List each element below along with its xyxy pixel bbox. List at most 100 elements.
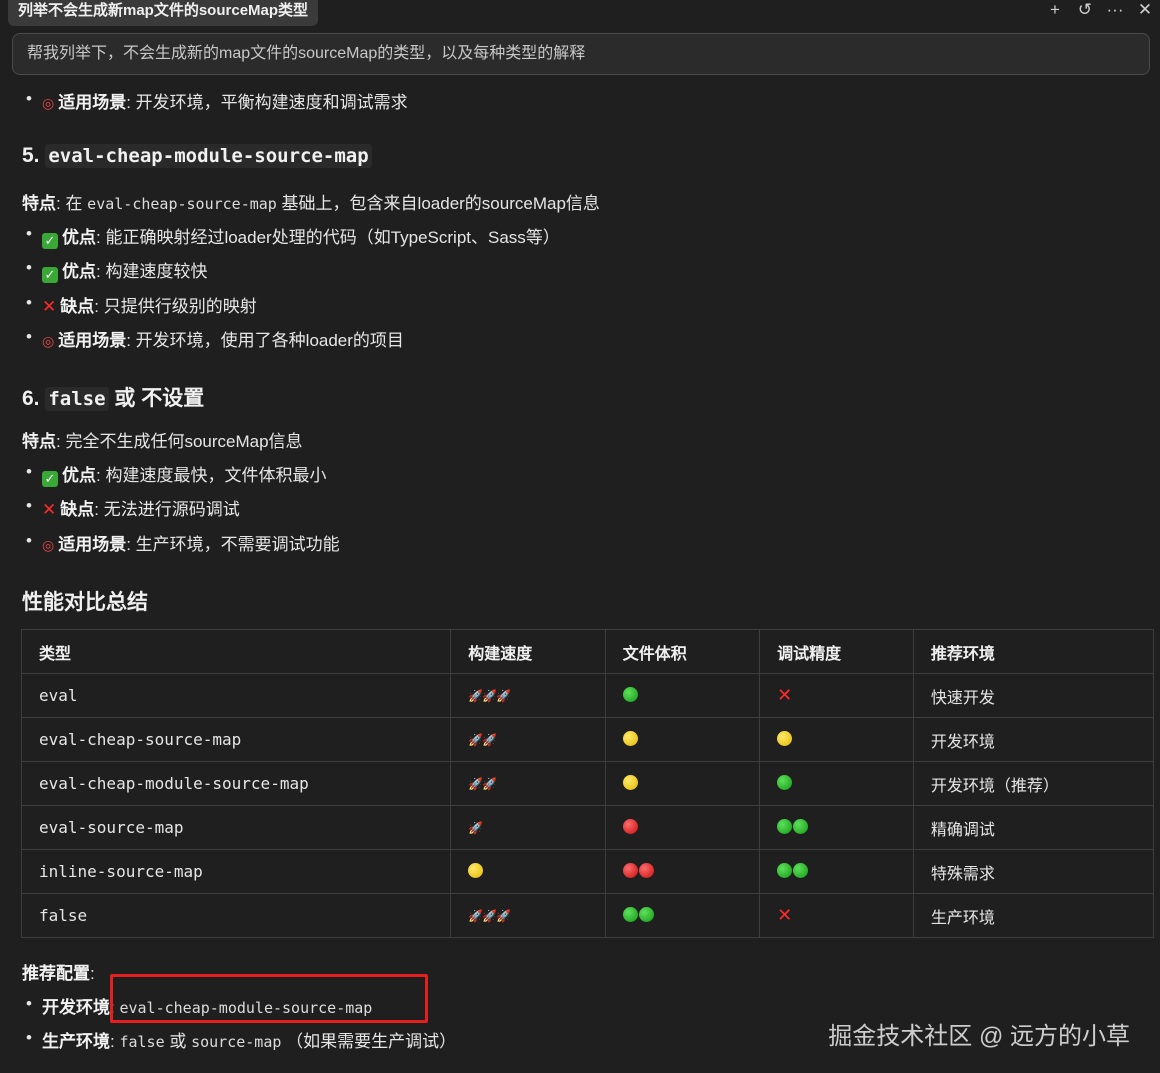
type-cell: eval-cheap-module-source-map xyxy=(20,761,452,806)
red-circle-icon xyxy=(638,862,654,878)
heading-code: eval-cheap-module-source-map xyxy=(45,144,372,168)
tab-title: 列举不会生成新map文件的sourceMap类型 xyxy=(18,2,309,19)
highlight-box xyxy=(110,974,428,1023)
check-icon: ✓ xyxy=(42,267,58,284)
recommend-label: 推荐配置 xyxy=(22,964,90,983)
dart-icon: ◎ xyxy=(42,536,55,553)
speed-cell: 🚀🚀🚀 xyxy=(450,893,606,938)
table-header-row: 类型 构建速度 文件体积 调试精度 推荐环境 xyxy=(20,629,1155,674)
bullet-item: ✓ 优点: 能正确映射经过loader处理的代码（如TypeScript、Sass… xyxy=(42,223,560,249)
env-cell: 精确调试 xyxy=(912,805,1155,850)
red-circle-icon xyxy=(622,862,638,878)
summary-heading: 性能对比总结 xyxy=(22,591,148,614)
bullet-dot: • xyxy=(26,292,32,312)
speed-cell: 🚀 xyxy=(450,805,606,850)
table-header-cell: 构建速度 xyxy=(450,629,606,674)
intro-bullet: ◎ 适用场景: 开发环境，平衡构建速度和调试需求 xyxy=(42,88,408,113)
cross-icon: ✕ xyxy=(777,905,793,925)
heading-number: 5. xyxy=(22,144,40,167)
table-header-cell: 推荐环境 xyxy=(912,629,1155,674)
yellow-circle-icon xyxy=(777,730,793,746)
bullet-item: ◎ 适用场景: 开发环境，使用了各种loader的项目 xyxy=(42,326,404,351)
bullet-label: 优点 xyxy=(62,228,96,247)
heading-number: 6. xyxy=(22,387,40,410)
green-circle-icon xyxy=(777,818,793,834)
watermark: 掘金技术社区 @ 远方的小草 xyxy=(828,1023,1130,1050)
prod-code-1: false xyxy=(119,1033,165,1051)
dart-icon: ◎ xyxy=(42,332,55,349)
recommend-prod: 生产环境: false 或 source-map （如果需要生产调试） xyxy=(42,1027,456,1052)
heading-rest: 或 不设置 xyxy=(108,387,205,410)
bullet-text: : 能正确映射经过loader处理的代码（如TypeScript、Sass等） xyxy=(96,228,560,247)
section-5-feature: 特点: 在 eval-cheap-source-map 基础上，包含来自load… xyxy=(22,189,600,214)
bullet-text: : 开发环境，使用了各种loader的项目 xyxy=(126,330,404,350)
feature-post: 基础上，包含来自loader的sourceMap信息 xyxy=(276,194,600,213)
bullet-dot: • xyxy=(26,224,32,243)
type-cell: false xyxy=(20,893,452,938)
size-cell xyxy=(604,761,761,806)
bullet-item: ◎ 适用场景: 生产环境，不需要调试功能 xyxy=(42,530,340,555)
more-icon[interactable]: ··· xyxy=(1106,0,1124,22)
speed-cell: 🚀🚀 xyxy=(450,717,606,762)
bullet-label: 适用场景 xyxy=(58,330,127,350)
yellow-circle-icon xyxy=(468,862,484,878)
green-circle-icon xyxy=(638,906,654,922)
history-icon[interactable]: ↺ xyxy=(1076,0,1094,22)
green-circle-icon xyxy=(777,862,793,878)
green-circle-icon xyxy=(793,862,809,878)
precision-cell xyxy=(759,849,914,894)
prod-or: 或 xyxy=(164,1032,192,1051)
bullet-text: : 构建速度最快，文件体积最小 xyxy=(96,466,327,485)
section-6-feature: 特点: 完全不生成任何sourceMap信息 xyxy=(22,427,303,452)
env-cell: 快速开发 xyxy=(912,673,1155,718)
prod-label: 生产环境 xyxy=(42,1032,110,1051)
green-circle-icon xyxy=(777,774,793,790)
dart-icon: ◎ xyxy=(42,95,55,111)
green-circle-icon xyxy=(622,906,638,922)
recommend-title: 推荐配置: xyxy=(22,959,95,984)
table-row: false 🚀🚀🚀 ✕ 生产环境 xyxy=(20,893,1155,938)
prod-note: （如果需要生产调试） xyxy=(281,1032,457,1051)
table-header-cell: 调试精度 xyxy=(759,629,914,674)
user-prompt: 帮我列举下，不会生成新的map文件的sourceMap的类型，以及每种类型的解释 xyxy=(12,33,1150,75)
precision-cell: ✕ xyxy=(759,673,914,718)
feature-label: 特点 xyxy=(22,432,56,451)
table-row: eval-source-map 🚀 精确调试 xyxy=(20,805,1155,850)
feature-code: eval-cheap-source-map xyxy=(87,195,277,213)
yellow-circle-icon xyxy=(622,774,638,790)
size-cell xyxy=(604,717,761,762)
precision-cell xyxy=(759,717,914,762)
speed-cell xyxy=(450,849,606,894)
close-icon[interactable]: ✕ xyxy=(1136,0,1154,22)
env-cell: 生产环境 xyxy=(912,893,1155,938)
rocket-icon: 🚀🚀 xyxy=(468,776,497,791)
bullet-label: 适用场景 xyxy=(58,93,127,112)
table-row: eval-cheap-source-map 🚀🚀 开发环境 xyxy=(20,717,1155,762)
cross-icon: ✕ xyxy=(42,296,57,316)
bullet-text: : 生产环境，不需要调试功能 xyxy=(126,534,340,554)
heading-code: false xyxy=(45,387,109,411)
plus-icon[interactable]: + xyxy=(1046,0,1064,22)
feature-text: : 完全不生成任何sourceMap信息 xyxy=(56,432,303,451)
env-cell: 开发环境 xyxy=(912,717,1155,762)
recommend-colon: : xyxy=(90,964,95,983)
type-cell: eval xyxy=(20,673,452,718)
table-header-cell: 文件体积 xyxy=(604,629,761,674)
size-cell xyxy=(604,673,761,718)
rocket-icon: 🚀 xyxy=(468,820,483,835)
bullet-item: ✕ 缺点: 只提供行级别的映射 xyxy=(42,292,257,317)
toolbar: + ↺ ··· ✕ xyxy=(1046,0,1154,22)
bullet-text: : 开发环境，平衡构建速度和调试需求 xyxy=(126,93,408,112)
bullet-label: 缺点 xyxy=(60,500,95,520)
conversation-tab[interactable]: 列举不会生成新map文件的sourceMap类型 xyxy=(8,0,319,26)
speed-cell: 🚀🚀 xyxy=(450,761,606,806)
table-row: inline-source-map 特殊需求 xyxy=(20,849,1155,894)
red-circle-icon xyxy=(622,818,638,834)
rocket-icon: 🚀🚀🚀 xyxy=(468,908,511,923)
env-cell: 开发环境（推荐） xyxy=(912,761,1155,806)
type-cell: eval-cheap-source-map xyxy=(20,717,452,762)
cross-icon: ✕ xyxy=(42,500,57,520)
dev-label: 开发环境 xyxy=(42,998,110,1017)
green-circle-icon xyxy=(622,686,638,702)
bullet-dot: • xyxy=(26,89,32,108)
